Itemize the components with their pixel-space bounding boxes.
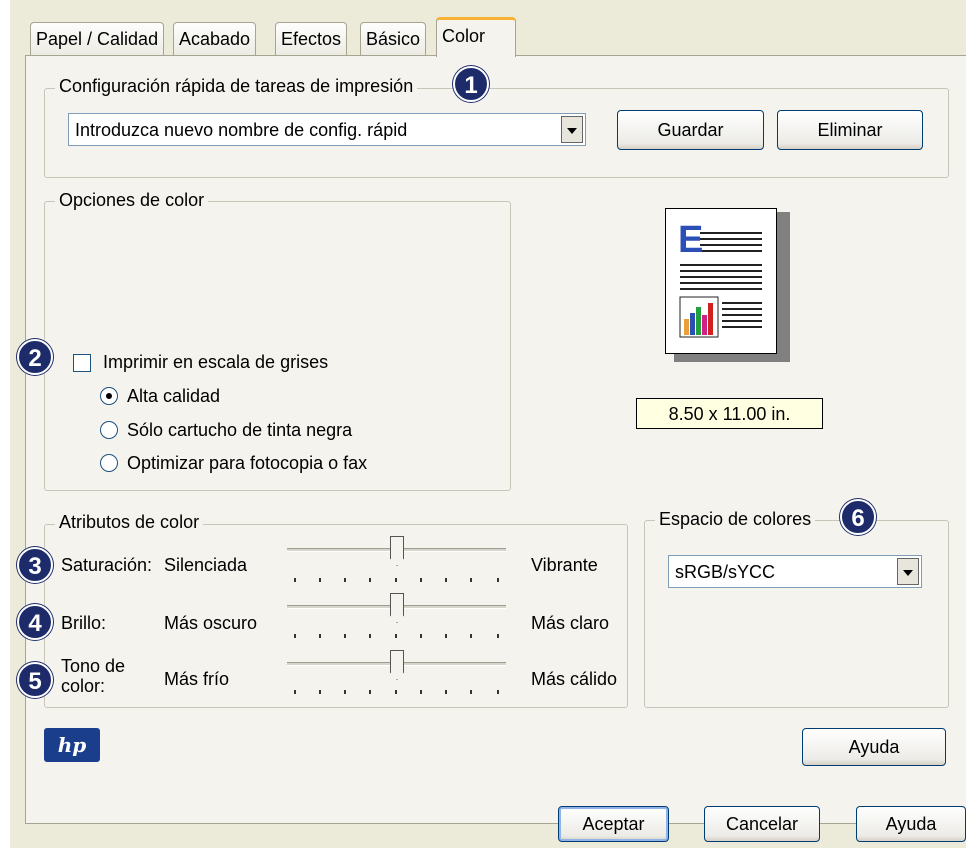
grayscale-label: Imprimir en escala de grises xyxy=(103,352,329,372)
callout-badge-2: 2 xyxy=(17,339,53,375)
radio-photocopy-fax-label: Optimizar para fotocopia o fax xyxy=(127,453,368,473)
save-button[interactable]: Guardar xyxy=(617,110,764,150)
brightness-label: Brillo: xyxy=(61,613,107,633)
page-preview: E xyxy=(665,208,777,354)
cancel-button[interactable]: Cancelar xyxy=(704,806,820,842)
ok-button[interactable]: Aceptar xyxy=(558,806,669,842)
delete-button[interactable]: Eliminar xyxy=(777,110,923,150)
quick-settings-combo[interactable]: Introduzca nuevo nombre de config. rápid xyxy=(68,113,586,146)
tone-label: Tono de color: xyxy=(61,656,126,696)
hp-logo: hp xyxy=(44,728,100,762)
callout-badge-1: 1 xyxy=(453,66,489,102)
color-space-combo-value: sRGB/sYCC xyxy=(675,562,776,582)
tone-high-label: Más cálido xyxy=(531,669,618,689)
tone-low-label: Más frío xyxy=(164,669,230,689)
radio-high-quality-label: Alta calidad xyxy=(127,386,221,406)
saturation-label: Saturación: xyxy=(61,555,153,575)
tone-slider-ticks xyxy=(294,690,499,694)
callout-badge-5: 5 xyxy=(17,662,53,698)
quick-settings-legend: Configuración rápida de tareas de impres… xyxy=(55,76,418,97)
grayscale-checkbox[interactable] xyxy=(73,354,91,372)
brightness-high-label: Más claro xyxy=(531,613,610,633)
radio-black-only-label: Sólo cartucho de tinta negra xyxy=(127,420,353,440)
tab-color[interactable]: Color xyxy=(436,17,516,57)
brightness-slider-ticks xyxy=(294,634,499,638)
quick-settings-combo-value: Introduzca nuevo nombre de config. rápid xyxy=(75,120,408,140)
saturation-low-label: Silenciada xyxy=(164,555,248,575)
color-options-legend: Opciones de color xyxy=(55,190,209,211)
tab-basic[interactable]: Básico xyxy=(360,22,427,55)
paper-size-label: 8.50 x 11.00 in. xyxy=(636,398,823,429)
saturation-slider-ticks xyxy=(294,578,499,582)
color-space-legend: Espacio de colores xyxy=(655,509,816,530)
radio-black-only[interactable] xyxy=(100,421,118,439)
color-space-combo[interactable]: sRGB/sYCC xyxy=(668,555,922,588)
help-button[interactable]: Ayuda xyxy=(856,806,966,842)
color-space-group xyxy=(644,520,949,708)
callout-badge-4: 4 xyxy=(17,604,53,640)
brightness-low-label: Más oscuro xyxy=(164,613,258,633)
panel-help-button[interactable]: Ayuda xyxy=(802,728,946,766)
callout-badge-6: 6 xyxy=(840,499,876,535)
color-options-group xyxy=(44,201,511,491)
saturation-high-label: Vibrante xyxy=(531,555,598,575)
preview-letter: E xyxy=(678,219,704,261)
radio-high-quality[interactable] xyxy=(100,387,118,405)
radio-photocopy-fax[interactable] xyxy=(100,454,118,472)
tab-paper-quality[interactable]: Papel / Calidad xyxy=(30,22,165,55)
chevron-down-icon[interactable] xyxy=(897,558,919,585)
chevron-down-icon[interactable] xyxy=(561,116,583,143)
tab-finishing[interactable]: Acabado xyxy=(173,22,257,55)
tab-effects[interactable]: Efectos xyxy=(275,22,348,55)
callout-badge-3: 3 xyxy=(17,547,53,583)
color-attributes-legend: Atributos de color xyxy=(55,512,204,533)
